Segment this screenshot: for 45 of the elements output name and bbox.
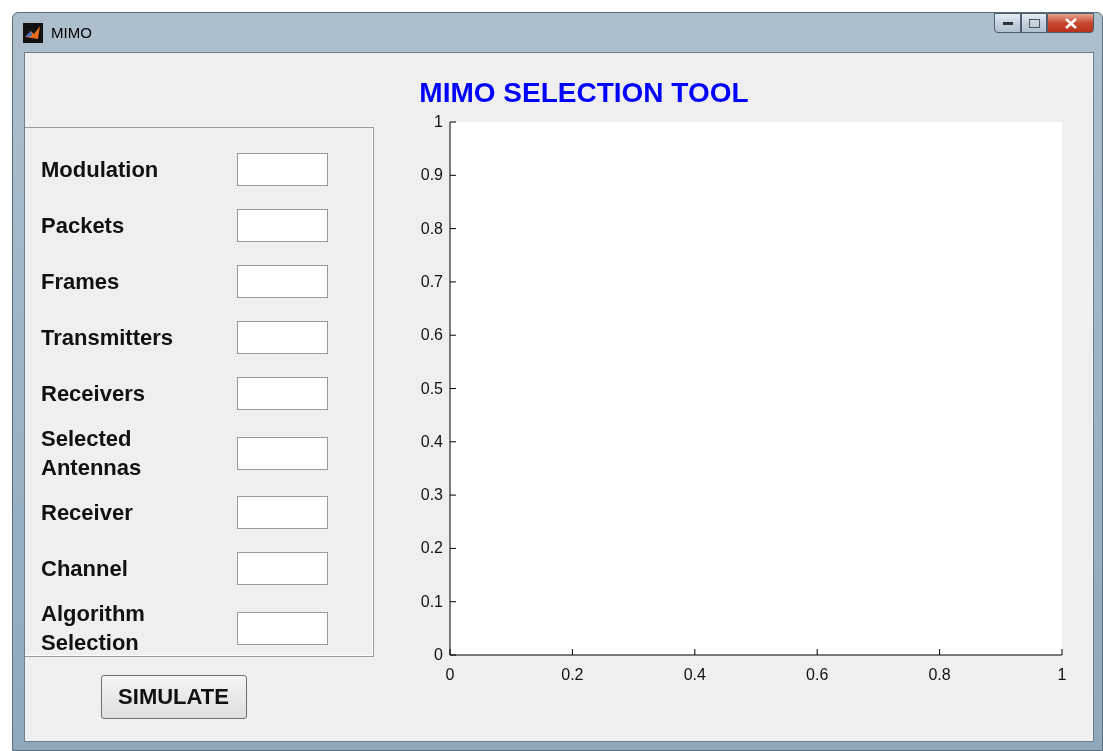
app-logo-icon	[23, 22, 43, 43]
simulate-button[interactable]: SIMULATE	[100, 675, 247, 719]
y-tick-label: 0	[434, 646, 443, 663]
y-tick-label: 0.3	[420, 486, 443, 504]
field-label: Channel	[41, 554, 129, 583]
field-label: Receiver	[41, 498, 134, 527]
input-field[interactable]	[237, 264, 328, 298]
field-label: Modulation	[41, 155, 160, 184]
input-field[interactable]	[237, 152, 328, 186]
field-label: Receivers	[41, 379, 146, 408]
maximize-button[interactable]	[1021, 13, 1047, 33]
input-field[interactable]	[237, 551, 328, 585]
minimize-button[interactable]	[994, 13, 1021, 33]
input-field[interactable]	[237, 376, 328, 410]
field-label: Transmitters	[41, 323, 171, 352]
x-tick-label: 0	[445, 666, 455, 683]
window-title: MIMO	[51, 24, 92, 41]
close-button[interactable]	[1047, 13, 1094, 33]
y-tick-label: 0.9	[420, 166, 443, 184]
tool-heading: MIMO SELECTION TOOL	[419, 77, 749, 109]
field-label: Frames	[41, 267, 121, 296]
x-tick-label: 0.8	[928, 666, 951, 683]
field-label: Packets	[41, 211, 126, 240]
input-field[interactable]	[237, 208, 328, 242]
x-tick-label: 0.6	[806, 666, 829, 683]
y-tick-label: 0.2	[420, 539, 443, 557]
input-field[interactable]	[237, 611, 328, 645]
field-label: Algorithm Selection	[41, 600, 146, 657]
field-label: Selected Antennas	[41, 425, 143, 482]
y-tick-label: 0.1	[420, 592, 443, 610]
input-field[interactable]	[237, 320, 328, 354]
y-tick-label: 0.5	[420, 379, 443, 397]
maximize-icon	[1028, 18, 1040, 28]
minimize-icon	[1002, 21, 1013, 25]
y-tick-label: 0.4	[420, 432, 443, 450]
y-tick-label: 1	[434, 113, 443, 130]
input-field[interactable]	[237, 495, 328, 529]
y-tick-label: 0.7	[420, 272, 443, 290]
close-icon	[1064, 17, 1077, 29]
x-tick-label: 0.4	[683, 666, 706, 683]
x-tick-label: 0.2	[561, 666, 584, 683]
y-tick-label: 0.6	[420, 326, 443, 344]
input-field[interactable]	[237, 436, 328, 470]
x-tick-label: 1	[1057, 666, 1067, 683]
y-tick-label: 0.8	[420, 219, 443, 237]
